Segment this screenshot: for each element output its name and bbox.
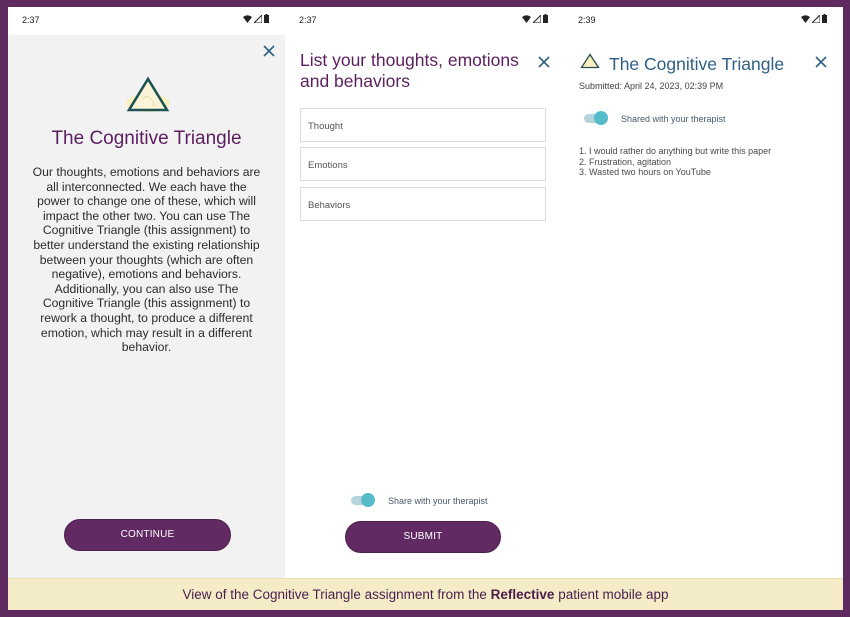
submitted-timestamp: Submitted: April 24, 2023, 02:39 PM <box>579 81 724 91</box>
status-bar: 2:37 <box>8 7 285 35</box>
signal-icon <box>533 14 541 23</box>
emotions-field[interactable]: Emotions <box>300 147 546 181</box>
thought-field[interactable]: Thought <box>300 108 546 142</box>
toggle-knob <box>361 493 375 507</box>
caption-prefix: View of the Cognitive Triangle assignmen… <box>182 587 491 602</box>
intro-description: Our thoughts, emotions and behaviors are… <box>32 165 261 355</box>
submit-button[interactable]: SUBMIT <box>345 521 501 553</box>
shared-toggle-label: Shared with your therapist <box>621 114 726 124</box>
status-bar: 2:39 <box>564 7 843 35</box>
share-toggle[interactable] <box>351 493 375 507</box>
status-time: 2:37 <box>299 15 317 25</box>
entry-screen: 2:37 List your thoughts, emotions and be… <box>285 7 564 578</box>
toggle-knob <box>594 111 608 125</box>
continue-button[interactable]: CONTINUE <box>64 519 231 551</box>
caption-brand: Reflective <box>490 587 555 602</box>
status-bar: 2:37 <box>285 7 564 35</box>
answer-item: 3. Wasted two hours on YouTube <box>579 167 711 178</box>
intro-screen: 2:37 The Cognitive Triangle Our thoughts… <box>8 7 285 578</box>
submitted-title: The Cognitive Triangle <box>609 54 785 74</box>
answer-item: 2. Frustration, agitation <box>579 156 672 167</box>
status-time: 2:37 <box>22 15 40 25</box>
wifi-icon <box>522 14 531 23</box>
signal-icon <box>254 14 262 23</box>
shared-toggle[interactable] <box>584 111 608 125</box>
close-icon[interactable] <box>262 44 276 58</box>
wifi-icon <box>243 14 252 23</box>
wifi-icon <box>801 14 810 23</box>
answer-item: 1. I would rather do anything but write … <box>579 146 772 156</box>
submitted-screen: 2:39 The Cognitive Triangle Submitted: A… <box>564 7 843 578</box>
battery-icon <box>264 14 269 23</box>
cognitive-triangle-icon <box>580 53 600 69</box>
answers-list: 1. I would rather do anything but write … <box>579 146 771 178</box>
behaviors-field[interactable]: Behaviors <box>300 187 546 221</box>
battery-icon <box>543 14 548 23</box>
intro-title: The Cognitive Triangle <box>51 128 242 149</box>
close-icon[interactable] <box>537 55 551 69</box>
share-toggle-label: Share with your therapist <box>388 496 488 506</box>
intro-body: The Cognitive Triangle Our thoughts, emo… <box>8 35 285 578</box>
signal-icon <box>812 14 820 23</box>
status-time: 2:39 <box>578 15 596 25</box>
figure-caption: View of the Cognitive Triangle assignmen… <box>8 578 843 610</box>
caption-suffix: patient mobile app <box>554 587 669 602</box>
entry-title: List your thoughts, emotions and behavio… <box>300 50 519 91</box>
figure-frame: 2:37 The Cognitive Triangle Our thoughts… <box>8 7 843 610</box>
close-icon[interactable] <box>814 55 828 69</box>
battery-icon <box>822 14 827 23</box>
cognitive-triangle-logo-icon <box>126 76 170 112</box>
